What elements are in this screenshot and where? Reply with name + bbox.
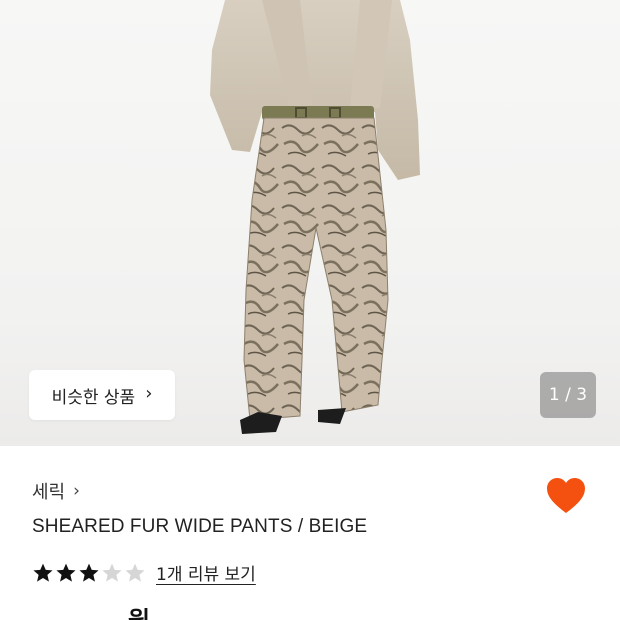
star-filled-icon bbox=[79, 563, 99, 582]
brand-name: 세릭 bbox=[32, 482, 66, 503]
brand-link[interactable]: 세릭 › bbox=[32, 478, 80, 504]
star-filled-icon bbox=[33, 563, 53, 582]
product-image-gallery[interactable]: 비슷한 상품 › 1 / 3 bbox=[0, 0, 620, 446]
chevron-right-icon: › bbox=[73, 481, 80, 501]
star-rating bbox=[32, 562, 146, 584]
star-filled-icon bbox=[56, 563, 76, 582]
star-empty-icon bbox=[125, 563, 145, 582]
star-empty-icon bbox=[102, 563, 122, 582]
review-link[interactable]: 1개 리뷰 보기 bbox=[156, 560, 256, 585]
chevron-right-icon: › bbox=[145, 383, 153, 404]
rating-row: 1개 리뷰 보기 bbox=[32, 560, 256, 585]
price-partial: 원 bbox=[32, 608, 150, 620]
wishlist-heart-icon[interactable] bbox=[546, 477, 586, 515]
similar-products-button[interactable]: 비슷한 상품 › bbox=[29, 370, 175, 420]
similar-products-label: 비슷한 상품 bbox=[51, 387, 136, 408]
image-page-counter: 1 / 3 bbox=[540, 372, 596, 418]
product-title: SHEARED FUR WIDE PANTS / BEIGE bbox=[32, 516, 368, 537]
price-currency: 원 bbox=[128, 608, 150, 620]
